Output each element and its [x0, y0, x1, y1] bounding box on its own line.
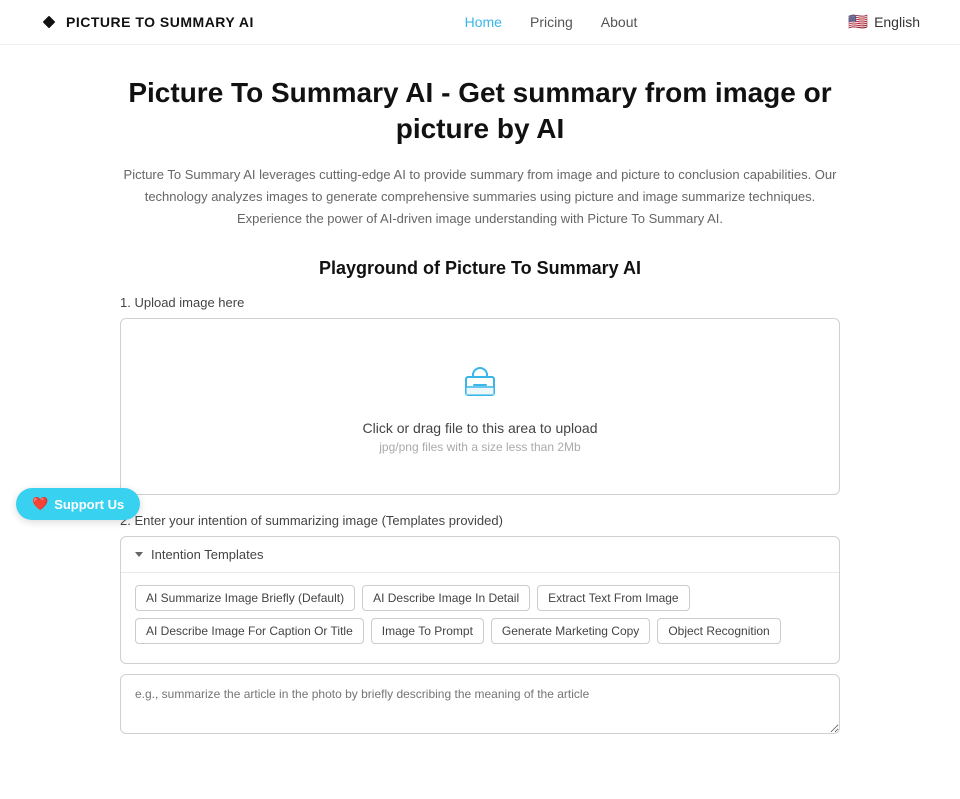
nav-pricing[interactable]: Pricing — [530, 14, 573, 30]
nav-home[interactable]: Home — [465, 14, 502, 30]
tag-marketing-copy[interactable]: Generate Marketing Copy — [491, 618, 650, 644]
upload-section-label: 1. Upload image here — [120, 295, 840, 310]
language-selector[interactable]: 🇺🇸 English — [848, 12, 920, 32]
hero-description: Picture To Summary AI leverages cutting-… — [120, 164, 840, 230]
upload-dropzone[interactable]: Click or drag file to this area to uploa… — [120, 318, 840, 495]
templates-body: AI Summarize Image Briefly (Default) AI … — [121, 573, 839, 663]
support-button[interactable]: ❤️ Support Us — [16, 488, 140, 520]
upload-main-text: Click or drag file to this area to uploa… — [362, 420, 597, 436]
templates-header-label: Intention Templates — [151, 547, 264, 562]
templates-container: Intention Templates AI Summarize Image B… — [120, 536, 840, 664]
logo[interactable]: PICTURE TO SUMMARY AI — [40, 13, 254, 31]
main-content: Picture To Summary AI - Get summary from… — [100, 45, 860, 799]
nav-about[interactable]: About — [601, 14, 638, 30]
tag-describe-detail[interactable]: AI Describe Image In Detail — [362, 585, 530, 611]
template-tags-row-2: AI Describe Image For Caption Or Title I… — [135, 618, 825, 644]
main-nav: Home Pricing About — [465, 14, 638, 30]
heart-icon: ❤️ — [32, 496, 48, 512]
tag-image-to-prompt[interactable]: Image To Prompt — [371, 618, 484, 644]
upload-sub-text: jpg/png files with a size less than 2Mb — [379, 440, 580, 454]
chevron-down-icon — [135, 552, 143, 557]
tag-object-recognition[interactable]: Object Recognition — [657, 618, 780, 644]
template-tags-row-1: AI Summarize Image Briefly (Default) AI … — [135, 585, 825, 611]
logo-icon — [40, 13, 58, 31]
tag-extract-text[interactable]: Extract Text From Image — [537, 585, 689, 611]
logo-text: PICTURE TO SUMMARY AI — [66, 14, 254, 30]
templates-section-label: 2. Enter your intention of summarizing i… — [120, 513, 840, 528]
tag-caption-title[interactable]: AI Describe Image For Caption Or Title — [135, 618, 364, 644]
support-label: Support Us — [54, 497, 124, 512]
templates-toggle[interactable]: Intention Templates — [121, 537, 839, 573]
language-label: English — [874, 14, 920, 30]
prompt-textarea[interactable] — [120, 674, 840, 734]
header: PICTURE TO SUMMARY AI Home Pricing About… — [0, 0, 960, 45]
playground-title: Playground of Picture To Summary AI — [120, 258, 840, 279]
hero-title: Picture To Summary AI - Get summary from… — [120, 75, 840, 148]
tag-summarize-briefly[interactable]: AI Summarize Image Briefly (Default) — [135, 585, 355, 611]
upload-icon — [458, 359, 502, 408]
flag-icon: 🇺🇸 — [848, 12, 868, 32]
